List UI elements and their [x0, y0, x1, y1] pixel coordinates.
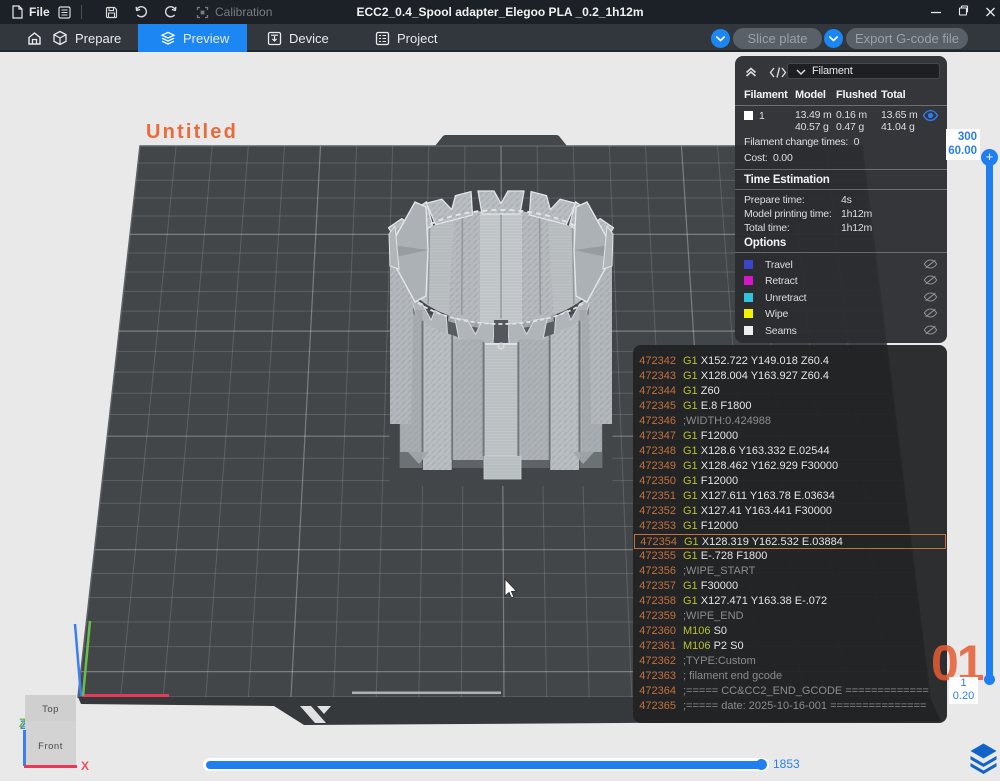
svg-text:X: X — [81, 759, 89, 773]
